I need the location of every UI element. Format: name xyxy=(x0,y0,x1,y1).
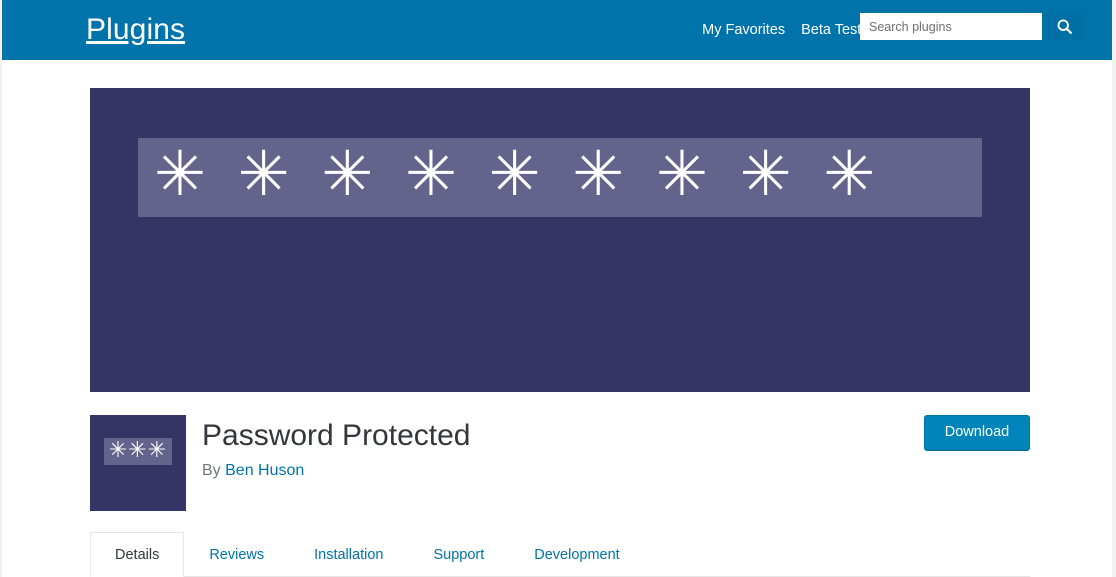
tab-details[interactable]: Details xyxy=(90,532,185,577)
plugin-tabs: Details Reviews Installation Support Dev… xyxy=(90,532,1030,577)
search-input[interactable] xyxy=(860,13,1042,40)
plugin-byline: By Ben Huson xyxy=(202,461,470,481)
byline-prefix: By xyxy=(202,462,221,479)
plugin-author-link[interactable]: Ben Huson xyxy=(225,462,304,479)
plugin-page: Plugins My Favorites Beta Testing Develo… xyxy=(0,0,1116,577)
nav-item-my-favorites[interactable]: My Favorites xyxy=(694,20,793,40)
plugin-icon-strip: ✳✳✳ xyxy=(104,438,172,465)
plugin-title: Password Protected xyxy=(202,419,471,452)
plugin-banner: ✳ ✳ ✳ ✳ ✳ ✳ ✳ ✳ ✳ xyxy=(90,88,1030,392)
site-header: Plugins My Favorites Beta Testing Develo… xyxy=(2,0,1112,60)
tab-development[interactable]: Development xyxy=(509,532,644,577)
site-title[interactable]: Plugins xyxy=(86,11,185,49)
tab-support[interactable]: Support xyxy=(408,532,509,577)
search-icon xyxy=(1057,19,1072,34)
banner-asterisk-strip: ✳ ✳ ✳ ✳ ✳ ✳ ✳ ✳ ✳ xyxy=(138,138,982,217)
banner-asterisks: ✳ ✳ ✳ ✳ ✳ ✳ ✳ ✳ ✳ xyxy=(154,136,882,210)
search-button[interactable] xyxy=(1042,13,1086,40)
tab-reviews[interactable]: Reviews xyxy=(184,532,289,577)
plugin-title-block: Password Protected By Ben Huson xyxy=(202,417,470,481)
plugin-icon-asterisks: ✳✳✳ xyxy=(108,437,168,463)
plugin-icon: ✳✳✳ xyxy=(90,415,186,511)
tab-installation[interactable]: Installation xyxy=(289,532,408,577)
search-form xyxy=(860,13,1086,40)
plugin-header-row: ✳✳✳ Password Protected By Ben Huson Down… xyxy=(90,415,1030,511)
download-button[interactable]: Download xyxy=(924,415,1030,451)
